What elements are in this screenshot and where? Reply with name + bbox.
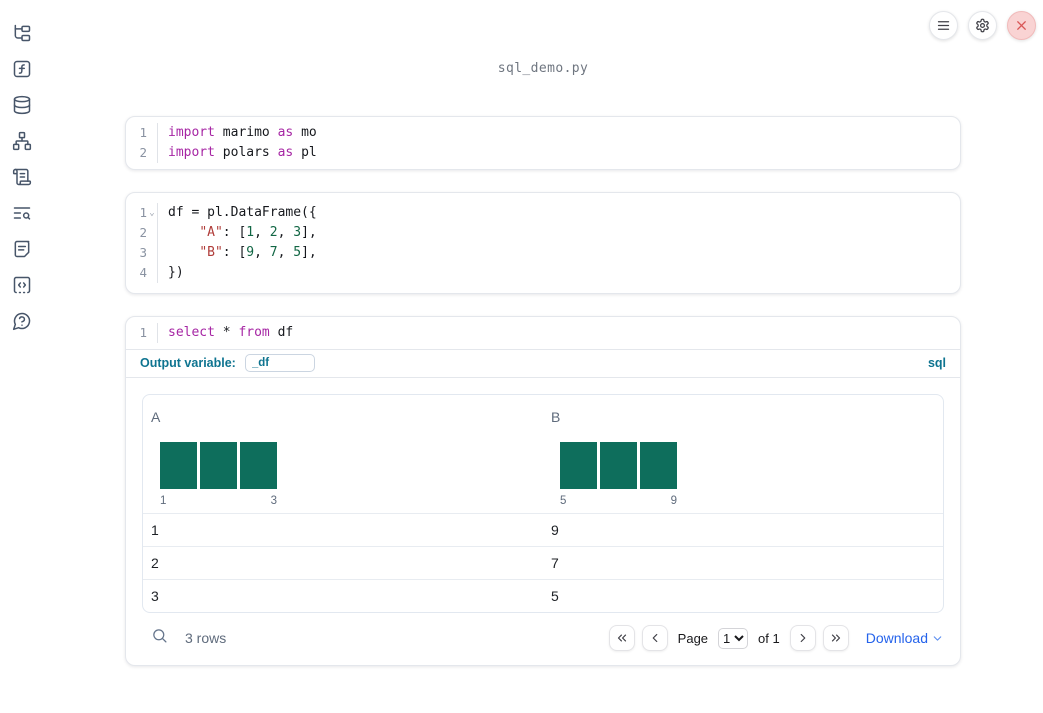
code-line[interactable]: 2 "A": [1, 2, 3], bbox=[126, 223, 960, 243]
code-editor-dataframe[interactable]: 1 ⌄ df = pl.DataFrame({2 "A": [1, 2, 3], 3 … bbox=[126, 193, 960, 293]
line-number: 3 bbox=[126, 243, 158, 263]
first-page-button[interactable] bbox=[608, 625, 635, 651]
function-square-icon[interactable] bbox=[12, 59, 32, 79]
column-histogram: 59 bbox=[560, 442, 943, 507]
download-label: Download bbox=[865, 630, 928, 646]
output-variable-row: Output variable: sql bbox=[126, 349, 960, 377]
document-icon[interactable] bbox=[12, 239, 32, 259]
column-name: A bbox=[151, 409, 161, 425]
code-editor-imports[interactable]: 1 import marimo as mo 2 import polars as pl bbox=[126, 117, 960, 169]
histogram-bar[interactable] bbox=[240, 442, 277, 489]
table-cell[interactable]: 7 bbox=[543, 555, 943, 571]
fold-chevron-icon[interactable]: ⌄ bbox=[147, 208, 157, 218]
histogram-max-label: 9 bbox=[670, 495, 677, 507]
histogram-bar[interactable] bbox=[200, 442, 237, 489]
code-line[interactable]: 3 "B": [9, 7, 5], bbox=[126, 243, 960, 263]
histogram-bar[interactable] bbox=[600, 442, 637, 489]
code-text[interactable]: "B": [9, 7, 5], bbox=[158, 243, 316, 263]
code-line[interactable]: 4}) bbox=[126, 263, 960, 283]
line-number: 2 bbox=[126, 223, 158, 243]
database-icon[interactable] bbox=[12, 95, 32, 115]
notebook-filename: sql_demo.py bbox=[497, 61, 589, 76]
table-header: A13B59 bbox=[143, 395, 943, 513]
scroll-text-icon[interactable] bbox=[12, 167, 32, 187]
dependency-graph-icon[interactable] bbox=[12, 131, 32, 151]
line-number: 2 bbox=[126, 143, 158, 163]
last-page-icon bbox=[831, 634, 840, 642]
table-row[interactable]: 35 bbox=[143, 579, 943, 612]
table-row[interactable]: 19 bbox=[143, 513, 943, 546]
code-text[interactable]: }) bbox=[158, 263, 184, 283]
histogram-bar[interactable] bbox=[640, 442, 677, 489]
cell-output: A13B59 192735 3 rows Page 1 of 1 Downloa… bbox=[126, 377, 960, 665]
settings-icon bbox=[976, 18, 989, 33]
sql-language-badge[interactable]: sql bbox=[928, 356, 946, 370]
histogram-min-label: 5 bbox=[560, 495, 567, 507]
column-name: B bbox=[551, 409, 561, 425]
next-page-icon bbox=[800, 633, 806, 643]
line-number: 1 bbox=[126, 123, 158, 143]
code-text[interactable]: select * from df bbox=[158, 323, 293, 343]
next-page-button[interactable] bbox=[789, 625, 816, 651]
cell-sql[interactable]: 1select * from df Output variable: sql A… bbox=[125, 316, 961, 666]
line-number: 1 bbox=[126, 323, 158, 343]
search-icon[interactable] bbox=[151, 627, 168, 649]
line-number: 4 bbox=[126, 263, 158, 283]
code-text[interactable]: df = pl.DataFrame({ bbox=[158, 203, 317, 223]
close-icon bbox=[1017, 21, 1026, 30]
code-line[interactable]: 1 ⌄ df = pl.DataFrame({ bbox=[126, 203, 960, 223]
dataframe-table: A13B59 192735 bbox=[142, 394, 944, 613]
output-variable-label: Output variable: bbox=[140, 356, 236, 370]
cell-imports[interactable]: 1 import marimo as mo 2 import polars as pl bbox=[125, 116, 961, 170]
download-button[interactable]: Download bbox=[866, 630, 944, 646]
code-line[interactable]: 1 import marimo as mo bbox=[126, 123, 960, 143]
code-text[interactable]: import marimo as mo bbox=[158, 123, 317, 143]
table-body: 192735 bbox=[143, 513, 943, 612]
table-cell[interactable]: 5 bbox=[543, 588, 943, 604]
code-text[interactable]: "A": [1, 2, 3], bbox=[158, 223, 316, 243]
table-footer: 3 rows Page 1 of 1 Download bbox=[142, 625, 944, 651]
close-button[interactable] bbox=[1007, 11, 1036, 40]
help-circle-icon[interactable] bbox=[12, 311, 32, 331]
first-page-icon bbox=[617, 634, 626, 642]
code-text[interactable]: import polars as pl bbox=[158, 143, 317, 163]
table-cell[interactable]: 2 bbox=[143, 555, 543, 571]
helper-panel-sidebar bbox=[0, 0, 44, 713]
code-editor-sql[interactable]: 1 select * from df bbox=[126, 317, 960, 349]
code-snippet-icon[interactable] bbox=[12, 275, 32, 295]
code-line[interactable]: 2 import polars as pl bbox=[126, 143, 960, 163]
line-number: 1 ⌄ bbox=[126, 203, 158, 223]
prev-page-icon bbox=[652, 633, 658, 643]
prev-page-button[interactable] bbox=[641, 625, 668, 651]
text-search-icon[interactable] bbox=[12, 203, 32, 223]
table-cell[interactable]: 3 bbox=[143, 588, 543, 604]
histogram-max-label: 3 bbox=[270, 495, 277, 507]
table-cell[interactable]: 1 bbox=[143, 522, 543, 538]
table-cell[interactable]: 9 bbox=[543, 522, 943, 538]
code-line[interactable]: 1 select * from df bbox=[126, 323, 960, 343]
histogram-bar[interactable] bbox=[160, 442, 197, 489]
settings-button[interactable] bbox=[968, 11, 997, 40]
histogram-bar[interactable] bbox=[560, 442, 597, 489]
cell-dataframe[interactable]: 1 ⌄ df = pl.DataFrame({2 "A": [1, 2, 3], 3 … bbox=[125, 192, 961, 294]
histogram-min-label: 1 bbox=[160, 495, 167, 507]
chevron-down-icon bbox=[933, 635, 942, 641]
row-count: 3 rows bbox=[185, 630, 227, 646]
column-header[interactable]: B59 bbox=[543, 409, 943, 507]
column-histogram: 13 bbox=[160, 442, 543, 507]
page-of-label: of 1 bbox=[758, 630, 780, 646]
table-row[interactable]: 27 bbox=[143, 546, 943, 579]
page-select[interactable]: 1 bbox=[718, 627, 749, 649]
last-page-button[interactable] bbox=[822, 625, 849, 651]
notebook: sql_demo.py 1 import marimo as mo 2 import … bbox=[125, 0, 961, 666]
file-tree-icon[interactable] bbox=[12, 23, 32, 43]
column-header[interactable]: A13 bbox=[143, 409, 543, 507]
page-label: Page bbox=[677, 630, 709, 646]
output-variable-input[interactable] bbox=[244, 354, 315, 372]
